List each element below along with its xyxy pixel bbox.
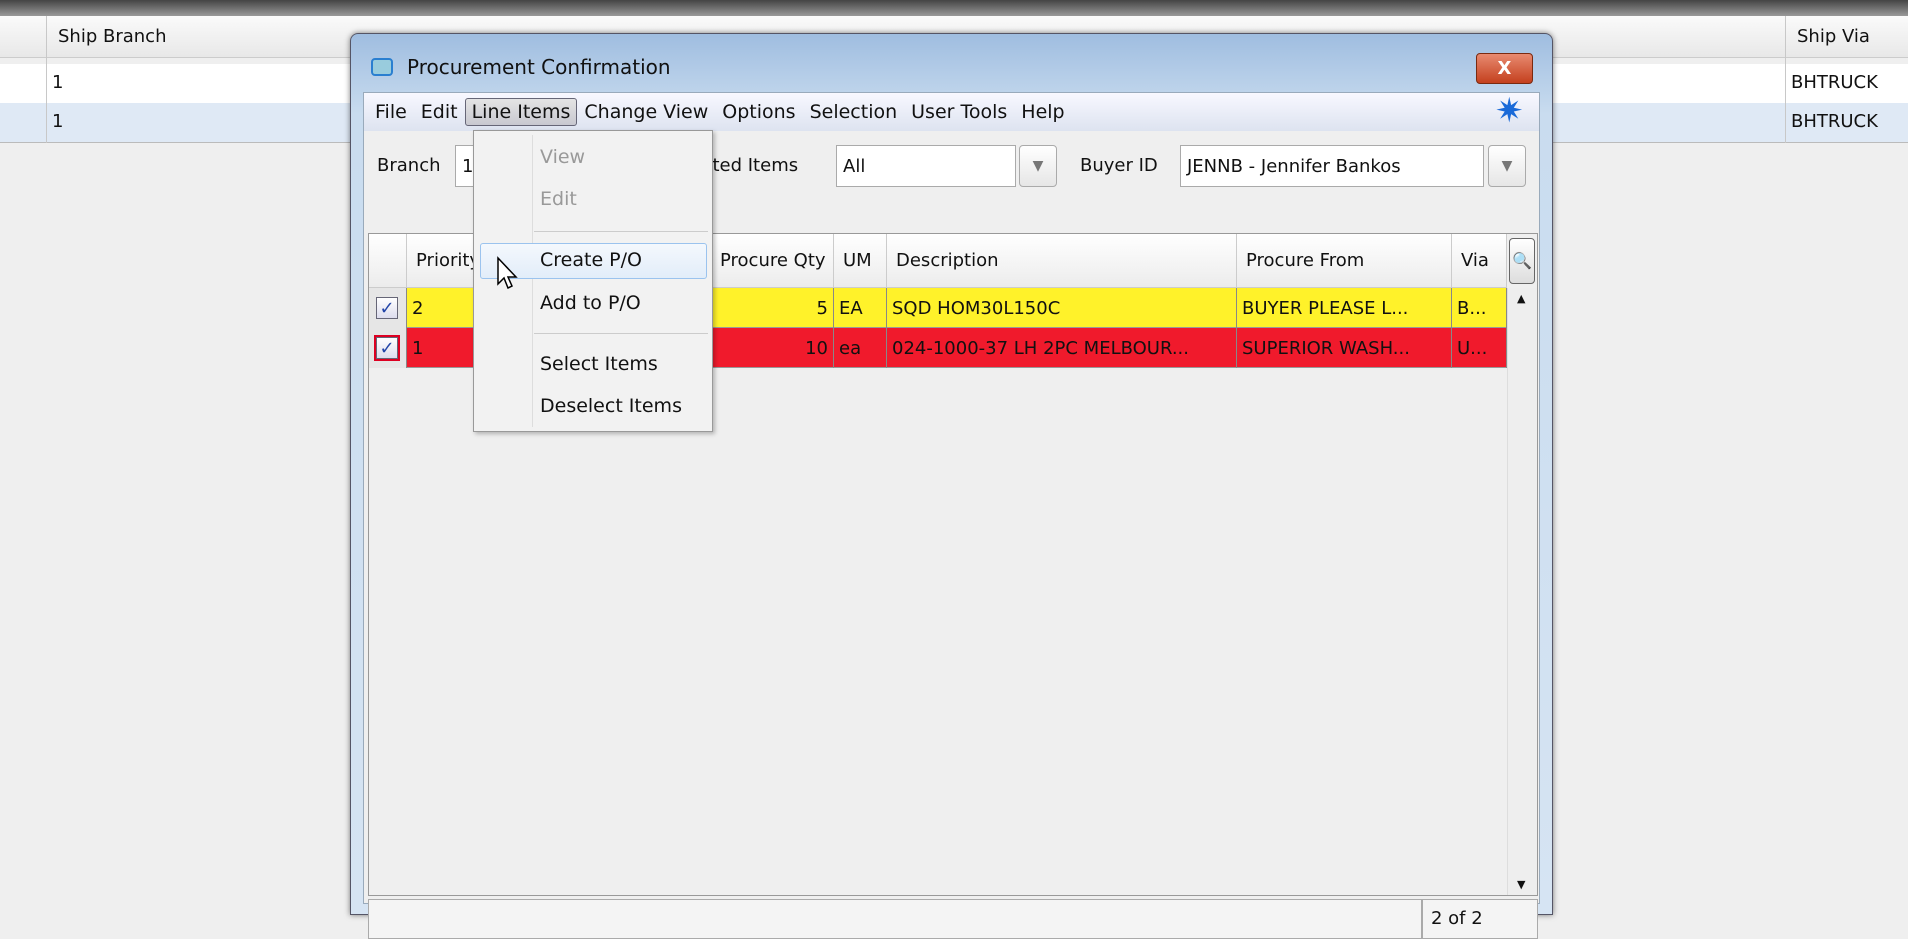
scroll-down-icon[interactable]: ▼ [1517,878,1525,891]
menu-edit[interactable]: Edit [414,98,465,126]
chevron-down-icon[interactable]: ▼ [1019,145,1057,187]
cell-via: B... [1452,288,1507,328]
record-count: 2 of 2 [1422,899,1538,939]
menu-gutter [532,135,533,427]
close-button[interactable]: X [1476,53,1533,84]
cell-um: EA [834,288,887,328]
divider [46,16,47,143]
chevron-down-icon[interactable]: ▼ [1488,145,1526,187]
header-ship-via[interactable]: Ship Via [1797,26,1870,47]
cell-qty: 5 [692,288,834,328]
cell-from: BUYER PLEASE L... [1237,288,1452,328]
header-description[interactable]: Description [887,234,1237,288]
cell-ship-branch: 1 [52,111,64,132]
menu-item-view[interactable]: View [540,146,585,168]
cell-ship-via: BHTRUCK [1791,72,1878,93]
header-select [369,234,407,288]
menu-change-view[interactable]: Change View [577,98,715,126]
header-procure-from[interactable]: Procure From [1237,234,1452,288]
menu-separator [534,231,708,232]
status-bar [368,899,1422,939]
menu-separator [534,333,708,334]
row-checkbox[interactable]: ✓ [376,297,398,319]
menu-file[interactable]: File [368,98,414,126]
cell-um: ea [834,328,887,368]
menu-line-items[interactable]: Line Items [464,98,578,126]
buyer-id-label: Buyer ID [1080,155,1158,176]
cell-qty: 10 [692,328,834,368]
cell-from: SUPERIOR WASH... [1237,328,1452,368]
top-bar [0,0,1908,16]
menu-bar: File Edit Line Items Change View Options… [364,91,1539,131]
row-checkbox-cell: ✓ [369,328,407,368]
starburst-icon[interactable]: ✷ [1495,91,1524,131]
search-icon[interactable]: 🔍 [1509,238,1535,284]
header-procure-qty[interactable]: Procure Qty [692,234,834,288]
dialog-title: Procurement Confirmation [407,55,671,79]
mouse-cursor-icon [497,256,518,290]
scroll-up-icon[interactable]: ▲ [1517,292,1525,305]
row-checkbox-cell: ✓ [369,288,407,328]
menu-item-select-items[interactable]: Select Items [540,353,658,375]
menu-user-tools[interactable]: User Tools [904,98,1014,126]
menu-selection[interactable]: Selection [803,98,905,126]
cell-via: U... [1452,328,1507,368]
header-via[interactable]: Via [1452,234,1507,288]
menu-options[interactable]: Options [715,98,802,126]
menu-item-edit[interactable]: Edit [540,188,577,210]
vertical-scrollbar[interactable]: ▲ ▼ [1507,288,1537,895]
menu-help[interactable]: Help [1014,98,1071,126]
menu-item-deselect-items[interactable]: Deselect Items [540,395,682,417]
cell-description: SQD HOM30L150C [887,288,1237,328]
header-um[interactable]: UM [834,234,887,288]
row-checkbox[interactable]: ✓ [374,335,400,361]
header-ship-branch[interactable]: Ship Branch [58,26,166,47]
divider [1785,16,1786,143]
menu-item-create-po[interactable]: Create P/O [540,249,642,271]
branch-label: Branch [377,155,441,176]
app-icon [371,58,393,76]
cell-ship-branch: 1 [52,72,64,93]
buyer-id-select[interactable]: JENNB - Jennifer Bankos [1180,145,1484,187]
menu-item-add-to-po[interactable]: Add to P/O [540,292,641,314]
cell-ship-via: BHTRUCK [1791,111,1878,132]
selected-items-select[interactable]: All [836,145,1016,187]
cell-description: 024-1000-37 LH 2PC MELBOUR... [887,328,1237,368]
